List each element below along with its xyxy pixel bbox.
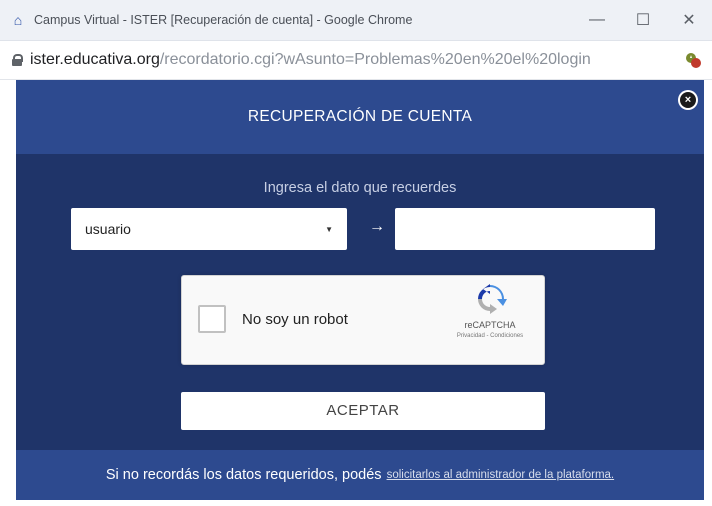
field-type-select[interactable]: usuario ▼ [71,208,347,250]
address-bar[interactable]: ister.educativa.org/recordatorio.cgi?wAs… [0,41,712,80]
window-title: Campus Virtual - ISTER [Recuperación de … [34,13,413,27]
extension-icon[interactable] [684,51,702,69]
maximize-button[interactable]: ☐ [620,0,666,40]
minimize-button[interactable]: — [574,0,620,40]
window-controls: — ☐ ✕ [574,0,712,40]
modal-footer: Si no recordás los datos requeridos, pod… [16,450,704,500]
url-text[interactable]: ister.educativa.org/recordatorio.cgi?wAs… [30,51,670,69]
url-path: /recordatorio.cgi?wAsunto=Problemas%20en… [159,51,591,68]
account-recovery-modal: RECUPERACIÓN DE CUENTA × Ingresa el dato… [16,80,704,500]
site-favicon-icon: ⌂ [13,12,23,28]
prompt-text: Ingresa el dato que recuerdes [263,180,457,196]
browser-titlebar: ⌂ Campus Virtual - ISTER [Recuperación d… [0,0,712,41]
recall-value-input[interactable] [395,208,655,250]
dropdown-caret-icon: ▼ [325,224,333,234]
arrow-right-icon: → [369,218,385,235]
close-icon: × [680,92,696,108]
recaptcha-icon [478,284,507,314]
recaptcha-label: No soy un robot [242,311,348,328]
accept-button[interactable]: ACEPTAR [181,392,545,430]
url-host: ister.educativa.org [30,51,160,68]
recaptcha-checkbox[interactable] [198,305,226,333]
recaptcha-logo: reCAPTCHA Privacidad - Condiciones [450,284,530,339]
contact-admin-link[interactable]: solicitarlos al administrador de la plat… [387,469,615,481]
close-modal-button[interactable]: × [678,90,698,110]
modal-header: RECUPERACIÓN DE CUENTA × [16,80,704,154]
lock-icon[interactable] [12,54,23,66]
recaptcha-widget: No soy un robot reCAPTCHA Privacidad - C… [181,275,545,365]
close-window-button[interactable]: ✕ [666,0,712,40]
field-type-selected: usuario [85,221,131,237]
recaptcha-brand: reCAPTCHA [464,320,516,330]
recaptcha-links[interactable]: Privacidad - Condiciones [450,333,530,339]
modal-title: RECUPERACIÓN DE CUENTA [247,108,473,125]
footer-text: Si no recordás los datos requeridos, pod… [105,467,382,483]
